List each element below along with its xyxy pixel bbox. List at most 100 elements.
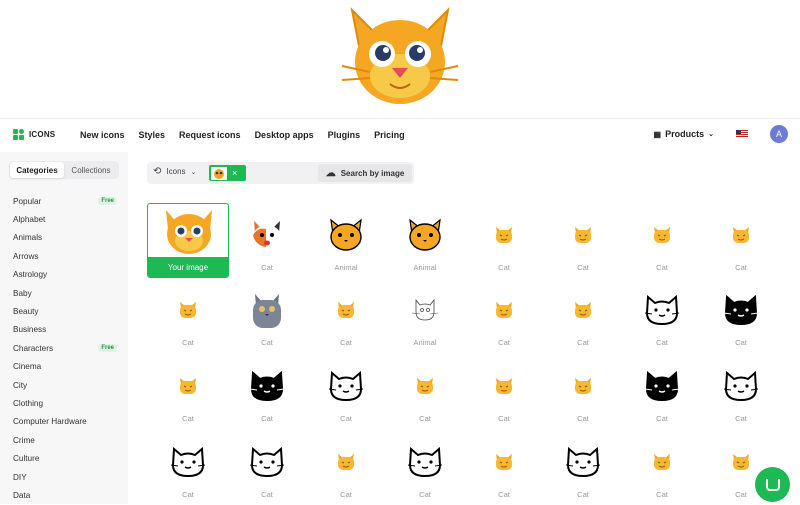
result-item[interactable]: Cat [384, 430, 466, 505]
result-label: Cat [182, 490, 194, 499]
result-item[interactable]: Cat [700, 278, 782, 353]
cat-black-icon [642, 366, 682, 406]
sidebar-item-baby[interactable]: Baby [13, 284, 117, 302]
result-label: Cat [735, 414, 747, 423]
result-item[interactable]: Cat [226, 354, 308, 429]
cat-emoji-icon [642, 215, 682, 255]
result-item[interactable]: Cat [542, 278, 624, 353]
sidebar-item-animals[interactable]: Animals [13, 229, 117, 247]
tab-collections[interactable]: Collections [64, 162, 118, 178]
cat-emoji-icon [326, 290, 366, 330]
sidebar-item-culture[interactable]: Culture [13, 449, 117, 467]
sidebar-item-arrows[interactable]: Arrows [13, 247, 117, 265]
sidebar-item-alphabet[interactable]: Alphabet [13, 210, 117, 228]
result-item[interactable]: Cat [147, 430, 229, 505]
result-item[interactable]: Animal [384, 203, 466, 278]
cat-hero-image [341, 6, 459, 104]
result-item[interactable]: Cat [463, 430, 545, 505]
sidebar-item-popular[interactable]: Popular Free [13, 192, 117, 210]
result-item[interactable]: Cat [226, 203, 308, 278]
result-item[interactable]: Cat [226, 430, 308, 505]
result-label: Cat [182, 338, 194, 347]
sidebar-item-label: Business [13, 325, 47, 335]
sidebar-item-business[interactable]: Business [13, 321, 117, 339]
upload-image-icon: ⟲ [153, 166, 162, 177]
result-label: Cat [419, 490, 431, 499]
result-item[interactable]: Cat [305, 278, 387, 353]
cat-outline-icon [563, 442, 603, 482]
cat-black-icon [721, 290, 761, 330]
sidebar-item-data[interactable]: Data [13, 486, 117, 504]
result-item[interactable]: Cat [147, 354, 229, 429]
result-label: Cat [498, 338, 510, 347]
sidebar-item-label: Baby [13, 288, 32, 298]
result-item[interactable]: Cat [542, 430, 624, 505]
result-item[interactable]: Cat [305, 354, 387, 429]
sidebar-item-label: Alphabet [13, 215, 46, 225]
sidebar-item-label: Culture [13, 454, 40, 464]
tab-categories[interactable]: Categories [10, 162, 64, 178]
sidebar-item-label: Animals [13, 233, 43, 243]
your-image-card[interactable]: Your image [147, 203, 229, 278]
chevron-down-icon: ⌄ [708, 131, 714, 138]
sidebar-item-diy[interactable]: DIY [13, 468, 117, 486]
cat-outline-icon [642, 290, 682, 330]
avatar[interactable]: A [770, 125, 788, 143]
chevron-down-icon: ⌄ [190, 168, 197, 176]
cat-emoji-icon [168, 366, 208, 406]
top-navbar: ICONS New icons Styles Request icons Des… [0, 118, 800, 152]
result-item[interactable]: Animal [384, 278, 466, 353]
sidebar-item-clothing[interactable]: Clothing [13, 394, 117, 412]
uploaded-image-thumbnail [211, 166, 227, 180]
result-item[interactable]: Cat [542, 203, 624, 278]
result-label: Cat [261, 414, 273, 423]
sidebar-item-astrology[interactable]: Astrology [13, 266, 117, 284]
nav-link-pricing[interactable]: Pricing [374, 130, 405, 140]
result-item[interactable]: Cat [621, 203, 703, 278]
cat-face-icon [326, 215, 366, 255]
sidebar-item-characters[interactable]: Characters Free [13, 339, 117, 357]
result-item[interactable]: Cat [384, 354, 466, 429]
result-item[interactable]: Cat [147, 278, 229, 353]
sidebar-item-label: City [13, 380, 28, 390]
nav-link-styles[interactable]: Styles [139, 130, 166, 140]
result-item[interactable]: Animal [305, 203, 387, 278]
cat-emoji-icon [563, 290, 603, 330]
sidebar-item-cinema[interactable]: Cinema [13, 358, 117, 376]
sidebar-item-label: Arrows [13, 251, 39, 261]
nav-link-request-icons[interactable]: Request icons [179, 130, 241, 140]
nav-link-new-icons[interactable]: New icons [80, 130, 125, 140]
sidebar-tabs: Categories Collections [9, 161, 119, 179]
sidebar-item-city[interactable]: City [13, 376, 117, 394]
chat-button[interactable] [755, 467, 790, 502]
sidebar-item-crime[interactable]: Crime [13, 431, 117, 449]
brand-logo[interactable]: ICONS [13, 129, 55, 140]
language-flag-icon[interactable] [736, 130, 748, 138]
remove-image-icon[interactable]: × [232, 168, 237, 178]
result-item[interactable]: Cat [463, 354, 545, 429]
result-item[interactable]: Cat [700, 354, 782, 429]
search-by-image-button[interactable]: ☁ Search by image [318, 164, 412, 182]
result-item[interactable]: Cat [463, 278, 545, 353]
result-item[interactable]: Cat [621, 278, 703, 353]
logo-icon [13, 129, 24, 140]
result-item[interactable]: Cat [226, 278, 308, 353]
result-item[interactable]: Cat [700, 203, 782, 278]
result-label: Cat [340, 490, 352, 499]
sidebar-item-label: DIY [13, 472, 27, 482]
result-item[interactable]: Cat [621, 354, 703, 429]
sidebar-item-beauty[interactable]: Beauty [13, 302, 117, 320]
nav-link-desktop-apps[interactable]: Desktop apps [255, 130, 314, 140]
nav-link-plugins[interactable]: Plugins [328, 130, 361, 140]
type-select[interactable]: ⟲ Icons ⌄ [153, 166, 196, 177]
free-badge: Free [98, 197, 117, 206]
cat-outline-icon [405, 442, 445, 482]
result-item[interactable]: Cat [463, 203, 545, 278]
products-menu[interactable]: ▦ Products ⌄ [654, 129, 714, 139]
result-item[interactable]: Cat [621, 430, 703, 505]
sidebar-item-computer-hardware[interactable]: Computer Hardware [13, 413, 117, 431]
result-item[interactable]: Cat [305, 430, 387, 505]
sidebar-item-label: Beauty [13, 307, 39, 317]
result-item[interactable]: Cat [542, 354, 624, 429]
cat-line-icon [405, 290, 445, 330]
